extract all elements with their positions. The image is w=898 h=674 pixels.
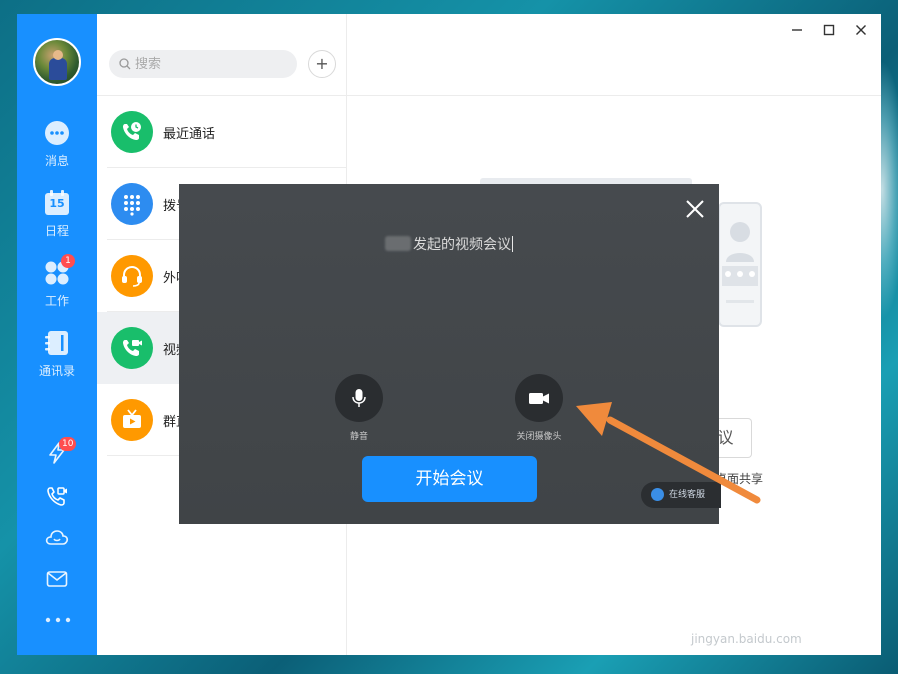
- mail-icon: [46, 571, 68, 587]
- search-input[interactable]: [135, 54, 285, 74]
- nav-item-cloud[interactable]: [17, 527, 97, 547]
- calendar-icon: 15: [44, 190, 70, 216]
- nav-item-flash[interactable]: 10: [17, 437, 97, 464]
- phone-clock-icon: [123, 122, 141, 140]
- nav-item-messages[interactable]: 消息: [17, 120, 97, 169]
- text-cursor: [512, 236, 513, 252]
- start-meeting-button[interactable]: 开始会议: [362, 456, 537, 502]
- list-item-label: 最近通话: [163, 127, 216, 142]
- online-support-button[interactable]: 在线客服: [641, 482, 721, 508]
- video-call-icon: [47, 487, 67, 506]
- search-box[interactable]: [109, 50, 297, 78]
- search-icon: [119, 58, 131, 70]
- headset-icon: [122, 265, 142, 287]
- nav-item-mail[interactable]: [17, 570, 97, 588]
- meeting-title-input[interactable]: 发起的视频会议: [179, 234, 719, 254]
- notification-badge: 1: [61, 254, 75, 268]
- nav-item-calendar[interactable]: 15 日程: [17, 190, 97, 239]
- maximize-icon: [823, 24, 835, 36]
- meeting-illustration-phone: [718, 202, 762, 327]
- close-window-button[interactable]: [851, 22, 871, 42]
- video-meeting-dialog: 发起的视频会议 静音 关闭摄像头 开始会议 在线客服: [179, 184, 721, 524]
- outbound-avatar: [111, 255, 153, 297]
- camera-label: 关闭摄像头: [516, 432, 562, 442]
- nav-item-video-call[interactable]: [17, 485, 97, 507]
- minimize-icon: [792, 29, 802, 31]
- mute-button[interactable]: [335, 374, 383, 422]
- baidu-watermark: Baidu经验 jingyan.baidu.com: [688, 600, 833, 646]
- blurred-username: [385, 236, 411, 251]
- close-icon: [856, 25, 866, 35]
- nav-label: 消息: [44, 154, 69, 168]
- group-live-avatar: [111, 399, 153, 441]
- list-item-recent-calls[interactable]: 最近通话: [97, 96, 347, 168]
- nav-label: 日程: [44, 224, 69, 238]
- notification-badge: 10: [59, 437, 77, 451]
- mute-label: 静音: [349, 432, 368, 442]
- mute-control[interactable]: 静音: [319, 374, 399, 442]
- divider: [347, 95, 881, 96]
- dialpad-icon: [124, 195, 140, 216]
- video-camera-icon: [529, 393, 549, 404]
- support-icon: [651, 488, 664, 501]
- camera-control[interactable]: 关闭摄像头: [499, 374, 579, 442]
- people-icon: [722, 222, 758, 303]
- video-meeting-avatar: [111, 327, 153, 369]
- user-avatar[interactable]: [33, 38, 81, 86]
- app-window: 消息 15 日程 1 工作 通讯录 10 搜索 + 最近通话 拨号 外呼 议 端…: [17, 14, 881, 655]
- more-icon[interactable]: [45, 617, 71, 623]
- maximize-button[interactable]: [819, 22, 839, 42]
- dialog-close-icon[interactable]: [684, 198, 706, 220]
- message-icon: [45, 121, 69, 145]
- nav-label: 通讯录: [38, 364, 75, 378]
- nav-item-contacts[interactable]: 通讯录: [17, 330, 97, 379]
- left-nav: 消息 15 日程 1 工作 通讯录 10: [17, 14, 97, 655]
- microphone-icon: [352, 389, 366, 407]
- recent-calls-avatar: [111, 111, 153, 153]
- nav-label: 工作: [44, 294, 69, 308]
- contacts-icon: [45, 331, 68, 355]
- camera-off-button[interactable]: [515, 374, 563, 422]
- live-tv-icon: [123, 409, 141, 428]
- cloud-icon: [45, 530, 69, 545]
- dial-avatar: [111, 183, 153, 225]
- add-button[interactable]: +: [308, 50, 336, 78]
- minimize-button[interactable]: [787, 22, 807, 42]
- video-phone-icon: [123, 340, 142, 356]
- nav-item-work[interactable]: 1 工作: [17, 254, 97, 309]
